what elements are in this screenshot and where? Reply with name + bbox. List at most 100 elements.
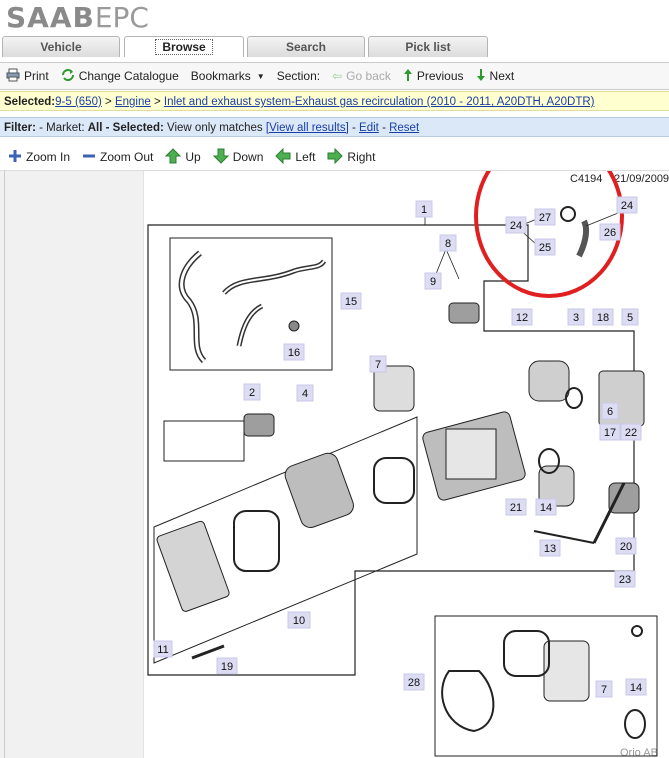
- callout-6[interactable]: 6: [601, 402, 619, 420]
- svg-text:14: 14: [630, 682, 642, 694]
- callout-26[interactable]: 26: [599, 223, 621, 241]
- svg-text:5: 5: [627, 312, 633, 324]
- bookmarks-dropdown[interactable]: Bookmarks ▼: [191, 69, 265, 83]
- breadcrumb-section-link[interactable]: Inlet and exhaust system-Exhaust gas rec…: [164, 96, 595, 108]
- svg-text:20: 20: [620, 541, 632, 553]
- callout-24b[interactable]: 24: [616, 196, 638, 214]
- tab-search-label: Search: [285, 40, 327, 54]
- pane-divider[interactable]: [4, 171, 5, 758]
- arrow-down-icon: [476, 68, 486, 85]
- tab-pick-list-label: Pick list: [405, 40, 451, 54]
- callout-4[interactable]: 4: [296, 384, 314, 402]
- logo-suffix: EPC: [94, 1, 149, 34]
- svg-text:22: 22: [625, 427, 637, 439]
- print-button[interactable]: Print: [6, 68, 49, 85]
- callout-22[interactable]: 22: [620, 423, 642, 441]
- arrow-down-icon: [212, 148, 229, 167]
- bookmarks-label: Bookmarks: [190, 69, 251, 83]
- tab-search[interactable]: Search: [247, 36, 365, 57]
- callout-20[interactable]: 20: [615, 537, 637, 555]
- callout-badges: 1 2 3 4 5 6 7 7 8 9 10 11 12 13 14 14 15…: [153, 196, 647, 698]
- previous-label: Previous: [416, 69, 464, 83]
- edit-filter-link[interactable]: Edit: [359, 122, 379, 134]
- previous-button[interactable]: Previous: [403, 68, 464, 85]
- callout-19[interactable]: 19: [216, 657, 238, 675]
- go-back-button[interactable]: ⇦ Go back: [332, 69, 391, 83]
- callout-16[interactable]: 16: [283, 343, 305, 361]
- view-all-results-link[interactable]: [View all results]: [266, 122, 349, 134]
- zoom-out-button[interactable]: Zoom Out: [82, 149, 153, 166]
- svg-text:4: 4: [302, 388, 308, 400]
- callout-14b[interactable]: 14: [625, 678, 647, 696]
- callout-10[interactable]: 10: [287, 611, 311, 629]
- tab-pick-list[interactable]: Pick list: [368, 36, 488, 57]
- tab-browse[interactable]: Browse: [124, 36, 244, 57]
- filter-selected-value: View only matches: [167, 122, 263, 134]
- pan-up-button[interactable]: Up: [165, 147, 201, 167]
- chevron-down-icon: ▼: [256, 71, 265, 81]
- callout-15[interactable]: 15: [340, 292, 362, 310]
- arrow-right-icon: [327, 147, 344, 167]
- arrow-left-icon: ⇦: [332, 69, 343, 83]
- pipe-26-sketch: [576, 219, 590, 258]
- callout-3[interactable]: 3: [567, 308, 585, 326]
- minus-icon: [82, 149, 96, 166]
- logo-brand: SAAB: [6, 1, 95, 34]
- next-button[interactable]: Next: [476, 68, 514, 85]
- pan-down-label: Down: [232, 150, 264, 164]
- callout-7[interactable]: 7: [369, 355, 387, 373]
- svg-text:7: 7: [601, 684, 607, 696]
- breadcrumb-model-link[interactable]: 9-5 (650): [55, 96, 102, 108]
- svg-text:2: 2: [249, 387, 255, 399]
- callout-2[interactable]: 2: [243, 383, 261, 401]
- pan-left-button[interactable]: Left: [275, 147, 316, 167]
- svg-text:6: 6: [607, 406, 613, 418]
- zoom-out-label: Zoom Out: [100, 150, 154, 164]
- callout-23[interactable]: 23: [614, 570, 636, 588]
- callout-14[interactable]: 14: [535, 498, 557, 516]
- pan-left-label: Left: [295, 150, 316, 164]
- selected-breadcrumb: Selected:9-5 (650) > Engine > Inlet and …: [0, 91, 669, 111]
- exploded-parts-diagram[interactable]: C4194 21/09/2009 Orio AB 1 2 3 4 5 6 7 7…: [144, 171, 669, 758]
- printer-icon: [6, 68, 20, 85]
- callout-18[interactable]: 18: [592, 308, 614, 326]
- pan-up-label: Up: [185, 150, 201, 164]
- change-catalogue-button[interactable]: Change Catalogue: [61, 68, 179, 85]
- svg-text:14: 14: [540, 502, 552, 514]
- diagram-code: C4194: [570, 173, 602, 185]
- filter-market-value: All: [87, 122, 103, 134]
- callout-27[interactable]: 27: [534, 208, 556, 226]
- svg-text:16: 16: [288, 347, 300, 359]
- pan-right-button[interactable]: Right: [327, 147, 375, 167]
- plus-icon: [8, 149, 22, 166]
- svg-text:21: 21: [510, 502, 522, 514]
- callout-21[interactable]: 21: [505, 498, 527, 516]
- breadcrumb-separator: >: [105, 96, 112, 108]
- callout-13[interactable]: 13: [539, 539, 561, 557]
- svg-text:9: 9: [430, 276, 436, 288]
- callout-28[interactable]: 28: [403, 673, 425, 691]
- svg-text:28: 28: [408, 677, 420, 689]
- tab-vehicle[interactable]: Vehicle: [2, 36, 120, 57]
- reset-filter-link[interactable]: Reset: [389, 122, 419, 134]
- callout-1[interactable]: 1: [415, 200, 433, 218]
- svg-text:27: 27: [539, 212, 551, 224]
- callout-17[interactable]: 17: [599, 423, 621, 441]
- callout-25[interactable]: 25: [534, 238, 556, 256]
- svg-text:25: 25: [539, 242, 551, 254]
- breadcrumb-engine-link[interactable]: Engine: [115, 96, 151, 108]
- callout-12[interactable]: 12: [511, 308, 533, 326]
- svg-text:26: 26: [604, 227, 616, 239]
- callout-11[interactable]: 11: [153, 640, 173, 658]
- print-label: Print: [24, 69, 49, 83]
- zoom-in-button[interactable]: Zoom In: [8, 149, 70, 166]
- svg-text:3: 3: [573, 312, 579, 324]
- callout-7b[interactable]: 7: [595, 680, 613, 698]
- callout-9[interactable]: 9: [424, 272, 442, 290]
- callout-5[interactable]: 5: [621, 308, 639, 326]
- pan-down-button[interactable]: Down: [212, 148, 264, 167]
- toolbar: Print Change Catalogue Bookmarks ▼ Secti…: [0, 62, 669, 90]
- callout-8[interactable]: 8: [439, 234, 457, 252]
- callout-24a[interactable]: 24: [505, 216, 527, 234]
- section-text: Section:: [276, 69, 321, 83]
